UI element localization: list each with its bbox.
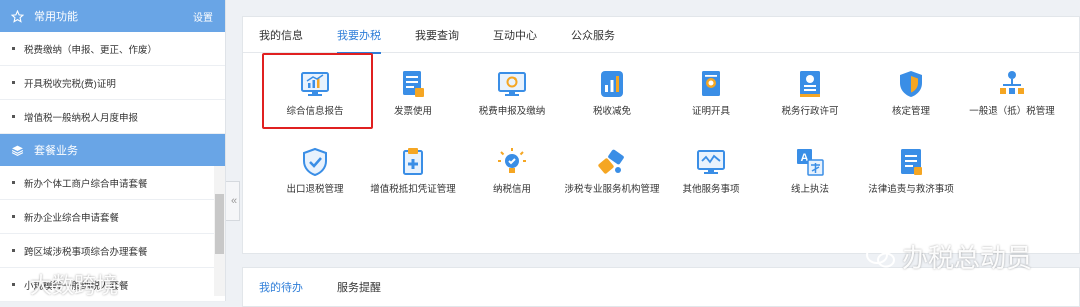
tab-service-reminder[interactable]: 服务提醒	[337, 268, 381, 306]
sidebar-section-common[interactable]: 常用功能 设置	[0, 0, 225, 32]
tools-icon	[596, 146, 628, 178]
tab-bar: 我的信息 我要办税 我要查询 互动中心 公众服务	[243, 17, 1079, 54]
sidebar-item[interactable]: 新办企业综合申请套餐	[0, 200, 225, 234]
sidebar-item-label: 新办企业综合申请套餐	[24, 212, 120, 224]
sidebar-item[interactable]: 开具税收完税(费)证明	[0, 66, 225, 100]
function-item-label: 涉税专业服务机构管理	[564, 184, 660, 195]
tab-my-info[interactable]: 我的信息	[259, 17, 303, 53]
common-list: 税费缴纳（申报、更正、作废） 开具税收完税(费)证明 增值税一般纳税人月度申报	[0, 32, 225, 134]
sidebar-item-label: 税费缴纳（申报、更正、作废）	[24, 44, 158, 56]
tab-query[interactable]: 我要查询	[415, 17, 459, 53]
document-plus-icon	[397, 146, 429, 178]
wechat-icon	[866, 245, 895, 267]
sidebar: 常用功能 设置 税费缴纳（申报、更正、作废） 开具税收完税(费)证明 增值税一般…	[0, 0, 226, 302]
function-item-label: 纳税信用	[492, 184, 531, 195]
function-item[interactable]: 税收减免	[562, 68, 662, 118]
sidebar-item[interactable]: 跨区域涉税事项综合办理套餐	[0, 234, 225, 268]
bullet-icon	[12, 47, 15, 50]
settings-link[interactable]: 设置	[193, 9, 213, 24]
license-icon	[794, 68, 826, 100]
watermark-text: 大数跨境	[30, 273, 119, 298]
function-item-label: 增值税抵扣凭证管理	[370, 184, 456, 195]
org-chart-icon	[996, 68, 1028, 100]
star-icon	[10, 9, 24, 23]
bullet-icon	[12, 215, 15, 218]
sidebar-section-title: 套餐业务	[34, 145, 78, 157]
bullet-icon	[12, 249, 15, 252]
function-item[interactable]: 涉税专业服务机构管理	[562, 146, 662, 196]
function-item[interactable]: 纳税信用	[462, 146, 562, 196]
layers-icon	[10, 143, 24, 157]
bullet-icon	[12, 115, 15, 118]
bullet-icon	[12, 81, 15, 84]
shield-check-icon	[299, 146, 331, 178]
function-item-label: 税务行政许可	[781, 106, 839, 117]
function-item-label: 法律追责与救济事项	[868, 184, 954, 195]
function-item-label: 税费申报及缴纳	[478, 106, 546, 117]
sidebar-section-title: 常用功能	[34, 11, 78, 23]
function-item[interactable]: 法律追责与救济事项	[861, 146, 961, 196]
tab-interaction[interactable]: 互动中心	[493, 17, 537, 53]
document-list-icon	[895, 146, 927, 178]
scrollbar-thumb[interactable]	[215, 194, 224, 254]
monitor-wave-icon	[695, 146, 727, 178]
highlight-box	[262, 53, 373, 129]
function-item[interactable]: 发票使用	[363, 68, 463, 118]
tab-my-todo[interactable]: 我的待办	[259, 268, 303, 306]
lightbulb-icon	[496, 146, 528, 178]
function-item-label: 线上执法	[790, 184, 829, 195]
function-item[interactable]: 税务行政许可	[760, 68, 860, 118]
function-item[interactable]: 出口退税管理	[265, 146, 365, 196]
sidebar-item[interactable]: 税费缴纳（申报、更正、作废）	[0, 32, 225, 66]
monitor-refresh-icon	[496, 68, 528, 100]
shield-icon	[895, 68, 927, 100]
function-item[interactable]: A 线上执法	[760, 146, 860, 196]
function-item[interactable]: 税费申报及缴纳	[462, 68, 562, 118]
translate-icon: A	[794, 146, 826, 178]
sidebar-item[interactable]: 新办个体工商户综合申请套餐	[0, 166, 225, 200]
function-item-label: 发票使用	[393, 106, 432, 117]
watermark-text: 办税总动员	[902, 243, 1033, 273]
watermark-right: 办税总动员	[866, 238, 1032, 275]
chart-card-icon	[596, 68, 628, 100]
certificate-icon	[695, 68, 727, 100]
function-item[interactable]: 证明开具	[661, 68, 761, 118]
logo-icon	[7, 275, 21, 292]
function-item-label: 证明开具	[691, 106, 730, 117]
tab-handle-tax[interactable]: 我要办税	[337, 17, 381, 54]
function-item[interactable]: 核定管理	[861, 68, 961, 118]
invoice-icon	[397, 68, 429, 100]
bullet-icon	[12, 181, 15, 184]
sidebar-item-label: 新办个体工商户综合申请套餐	[24, 178, 148, 190]
sidebar-item-label: 增值税一般纳税人月度申报	[24, 112, 139, 124]
sidebar-section-package[interactable]: 套餐业务	[0, 134, 225, 166]
function-item-label: 税收减免	[592, 106, 631, 117]
function-item[interactable]: 一般退（抵）税管理	[962, 68, 1062, 118]
function-item-label: 核定管理	[891, 106, 930, 117]
function-item[interactable]: 其他服务事项	[661, 146, 761, 196]
main-panel: 我的信息 我要办税 我要查询 互动中心 公众服务	[242, 16, 1080, 254]
sidebar-item[interactable]: 增值税一般纳税人月度申报	[0, 100, 225, 134]
function-item-label: 出口退税管理	[286, 184, 344, 195]
sidebar-item-label: 跨区域涉税事项综合办理套餐	[24, 246, 148, 258]
sidebar-collapse-handle[interactable]: «	[226, 181, 240, 221]
watermark-left: 大数跨境	[4, 268, 118, 300]
function-item[interactable]: 增值税抵扣凭证管理	[363, 146, 463, 196]
function-item-label: 其他服务事项	[682, 184, 740, 195]
tab-public-service[interactable]: 公众服务	[571, 17, 615, 53]
sidebar-item-label: 开具税收完税(费)证明	[24, 78, 116, 90]
function-item-label: 一般退（抵）税管理	[969, 106, 1055, 117]
